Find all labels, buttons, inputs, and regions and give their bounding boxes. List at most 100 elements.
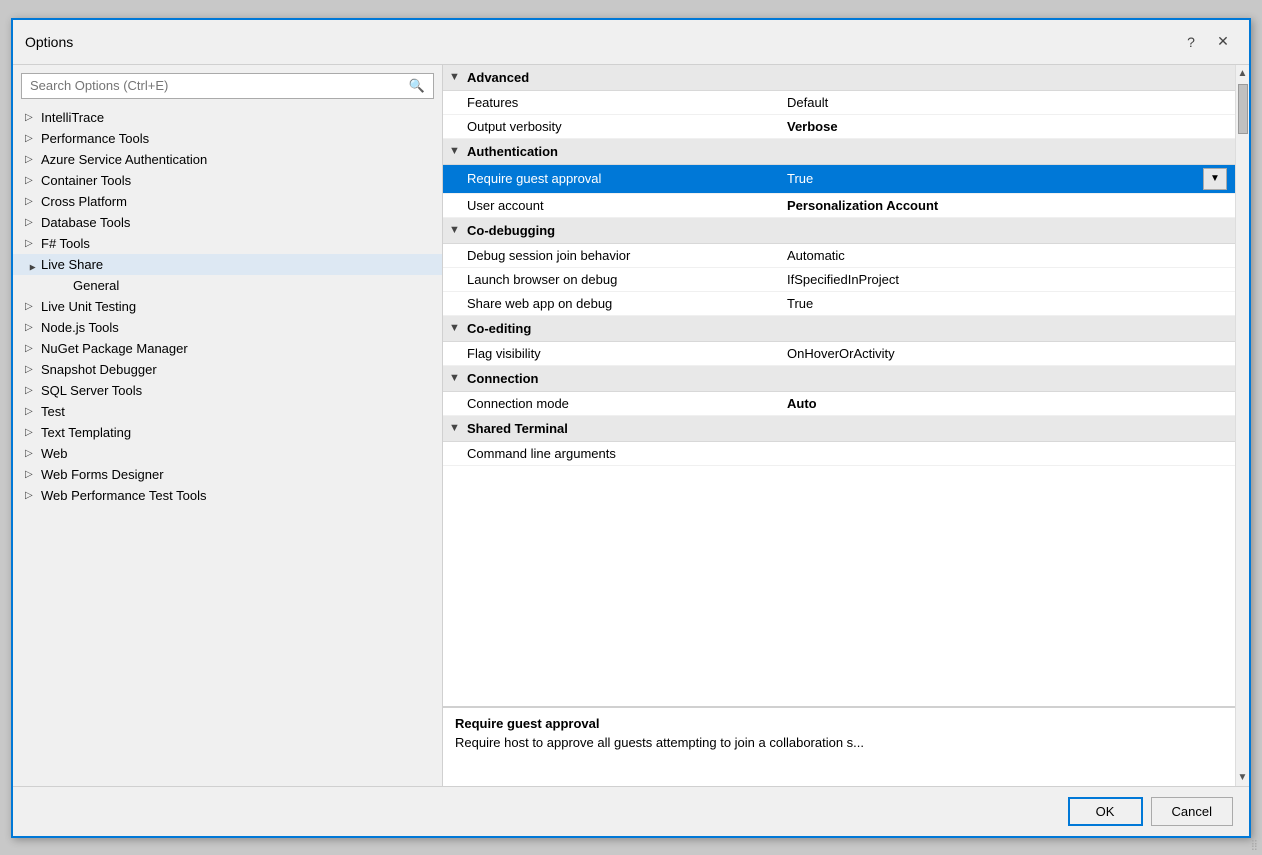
collapse-icon-co-debugging: ▼ [449, 224, 463, 236]
tree-area: ▷IntelliTrace▷Performance Tools▷Azure Se… [13, 107, 442, 786]
section-label-shared-terminal: Shared Terminal [467, 421, 568, 436]
setting-row-co-debugging-1[interactable]: Launch browser on debugIfSpecifiedInProj… [443, 268, 1235, 292]
tree-item-database-tools[interactable]: ▷Database Tools [13, 212, 442, 233]
right-panel: ▼AdvancedFeaturesDefaultOutput verbosity… [443, 65, 1249, 786]
settings-scroll-wrapper: ▼AdvancedFeaturesDefaultOutput verbosity… [443, 65, 1249, 786]
tree-arrow-web: ▷ [25, 448, 41, 459]
tree-arrow-fsharp-tools: ▷ [25, 238, 41, 249]
tree-item-test[interactable]: ▷Test [13, 401, 442, 422]
setting-row-co-debugging-2[interactable]: Share web app on debugTrue [443, 292, 1235, 316]
tree-arrow-web-forms-designer: ▷ [25, 469, 41, 480]
tree-arrow-live-share: ▼ [28, 256, 39, 272]
tree-label-cross-platform: Cross Platform [41, 194, 127, 209]
resize-gripper: ⣿ [1251, 840, 1258, 851]
setting-name-authentication-1: User account [467, 198, 787, 213]
tree-label-database-tools: Database Tools [41, 215, 130, 230]
setting-value-connection-0: Auto [787, 396, 1227, 411]
setting-row-connection-0[interactable]: Connection modeAuto [443, 392, 1235, 416]
collapse-icon-shared-terminal: ▼ [449, 422, 463, 434]
ok-button[interactable]: OK [1068, 797, 1143, 826]
section-header-shared-terminal[interactable]: ▼ Shared Terminal [443, 416, 1235, 442]
tree-item-general[interactable]: General [13, 275, 442, 296]
tree-item-nodejs-tools[interactable]: ▷Node.js Tools [13, 317, 442, 338]
setting-name-advanced-0: Features [467, 95, 787, 110]
section-label-co-editing: Co-editing [467, 321, 531, 336]
tree-item-live-unit-testing[interactable]: ▷Live Unit Testing [13, 296, 442, 317]
setting-value-advanced-0: Default [787, 95, 1227, 110]
setting-row-co-editing-0[interactable]: Flag visibilityOnHoverOrActivity [443, 342, 1235, 366]
section-header-co-editing[interactable]: ▼ Co-editing [443, 316, 1235, 342]
tree-item-azure-service-auth[interactable]: ▷Azure Service Authentication [13, 149, 442, 170]
tree-item-performance-tools[interactable]: ▷Performance Tools [13, 128, 442, 149]
tree-arrow-snapshot-debugger: ▷ [25, 364, 41, 375]
close-button[interactable]: ✕ [1209, 28, 1237, 56]
tree-arrow-nuget-package-manager: ▷ [25, 343, 41, 354]
scroll-thumb[interactable] [1238, 84, 1248, 134]
collapse-icon-authentication: ▼ [449, 145, 463, 157]
title-buttons: ? ✕ [1177, 28, 1237, 56]
setting-row-shared-terminal-0[interactable]: Command line arguments [443, 442, 1235, 466]
tree-label-general: General [73, 278, 119, 293]
tree-arrow-sql-server-tools: ▷ [25, 385, 41, 396]
setting-value-co-debugging-1: IfSpecifiedInProject [787, 272, 1227, 287]
tree-label-performance-tools: Performance Tools [41, 131, 149, 146]
setting-row-advanced-0[interactable]: FeaturesDefault [443, 91, 1235, 115]
section-header-co-debugging[interactable]: ▼Co-debugging [443, 218, 1235, 244]
settings-scrollbar[interactable]: ▲ ▼ [1235, 65, 1249, 786]
tree-item-fsharp-tools[interactable]: ▷F# Tools [13, 233, 442, 254]
setting-value-co-debugging-0: Automatic [787, 248, 1227, 263]
tree-label-web-performance-test-tools: Web Performance Test Tools [41, 488, 206, 503]
tree-arrow-cross-platform: ▷ [25, 196, 41, 207]
tree-item-container-tools[interactable]: ▷Container Tools [13, 170, 442, 191]
section-header-connection[interactable]: ▼Connection [443, 366, 1235, 392]
content-area: 🔍 ▷IntelliTrace▷Performance Tools▷Azure … [13, 65, 1249, 786]
scroll-down-arrow[interactable]: ▼ [1235, 769, 1249, 786]
description-text: Require host to approve all guests attem… [455, 735, 1223, 750]
tree-item-cross-platform[interactable]: ▷Cross Platform [13, 191, 442, 212]
title-bar: Options ? ✕ [13, 20, 1249, 65]
tree-item-text-templating[interactable]: ▷Text Templating [13, 422, 442, 443]
setting-row-co-debugging-0[interactable]: Debug session join behaviorAutomatic [443, 244, 1235, 268]
tree-item-web-forms-designer[interactable]: ▷Web Forms Designer [13, 464, 442, 485]
tree-arrow-web-performance-test-tools: ▷ [25, 490, 41, 501]
section-label-authentication: Authentication [467, 144, 558, 159]
help-button[interactable]: ? [1177, 28, 1205, 56]
collapse-icon-co-editing: ▼ [449, 322, 463, 334]
tree-label-container-tools: Container Tools [41, 173, 131, 188]
dropdown-btn-authentication-0[interactable]: ▼ [1203, 168, 1227, 190]
tree-item-snapshot-debugger[interactable]: ▷Snapshot Debugger [13, 359, 442, 380]
description-title: Require guest approval [455, 716, 1223, 731]
tree-arrow-live-unit-testing: ▷ [25, 301, 41, 312]
setting-value-authentication-1: Personalization Account [787, 198, 1227, 213]
tree-label-text-templating: Text Templating [41, 425, 131, 440]
search-icon: 🔍 [409, 78, 425, 94]
tree-label-snapshot-debugger: Snapshot Debugger [41, 362, 157, 377]
tree-label-test: Test [41, 404, 65, 419]
setting-value-co-debugging-2: True [787, 296, 1227, 311]
tree-item-intellitrace[interactable]: ▷IntelliTrace [13, 107, 442, 128]
section-label-advanced: Advanced [467, 70, 529, 85]
setting-row-authentication-1[interactable]: User accountPersonalization Account [443, 194, 1235, 218]
settings-scroll-inner: ▼AdvancedFeaturesDefaultOutput verbosity… [443, 65, 1235, 706]
setting-value-advanced-1: Verbose [787, 119, 1227, 134]
setting-row-authentication-0[interactable]: Require guest approvalTrue▼ [443, 165, 1235, 194]
cancel-button[interactable]: Cancel [1151, 797, 1233, 826]
main-settings: ▼AdvancedFeaturesDefaultOutput verbosity… [443, 65, 1235, 786]
tree-item-web-performance-test-tools[interactable]: ▷Web Performance Test Tools [13, 485, 442, 506]
collapse-icon-connection: ▼ [449, 372, 463, 384]
scroll-up-arrow[interactable]: ▲ [1235, 65, 1249, 82]
setting-name-co-debugging-2: Share web app on debug [467, 296, 787, 311]
section-header-authentication[interactable]: ▼ Authentication [443, 139, 1235, 165]
tree-item-nuget-package-manager[interactable]: ▷NuGet Package Manager [13, 338, 442, 359]
tree-label-fsharp-tools: F# Tools [41, 236, 90, 251]
setting-row-advanced-1[interactable]: Output verbosityVerbose [443, 115, 1235, 139]
section-header-advanced[interactable]: ▼Advanced [443, 65, 1235, 91]
search-box[interactable]: 🔍 [21, 73, 434, 99]
dialog-title: Options [25, 34, 73, 50]
tree-item-live-share[interactable]: ▼Live Share [13, 254, 442, 275]
setting-name-co-debugging-1: Launch browser on debug [467, 272, 787, 287]
tree-item-sql-server-tools[interactable]: ▷SQL Server Tools [13, 380, 442, 401]
tree-item-web[interactable]: ▷Web [13, 443, 442, 464]
tree-label-live-unit-testing: Live Unit Testing [41, 299, 136, 314]
search-input[interactable] [30, 78, 409, 93]
